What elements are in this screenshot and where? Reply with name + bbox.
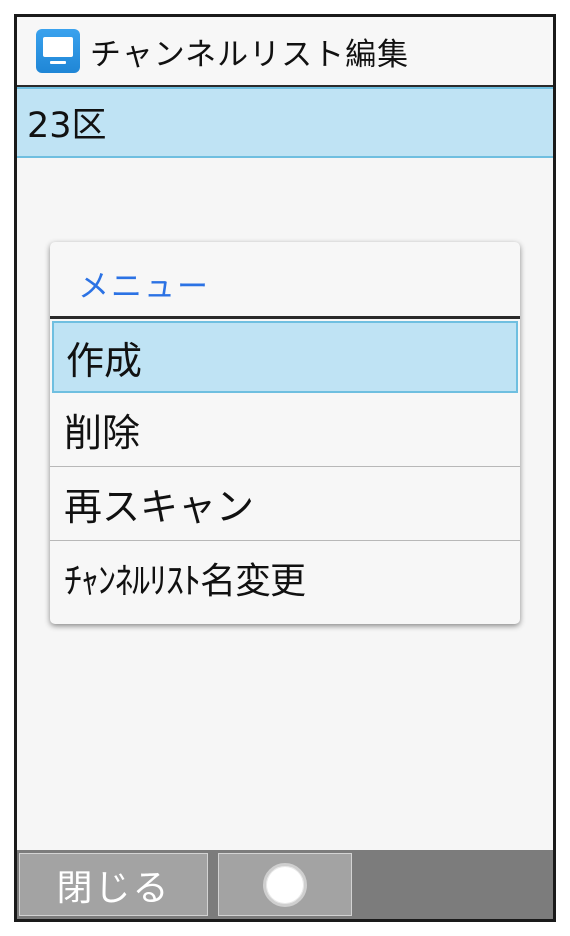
center-select-button[interactable] <box>218 853 352 916</box>
channel-list-name: 23区 <box>27 106 107 146</box>
channel-list-item-selected[interactable]: 23区 <box>17 87 553 158</box>
menu-item-create[interactable]: 作成 <box>52 321 518 393</box>
page-title: チャンネルリスト編集 <box>90 36 410 73</box>
menu-title: メニュー <box>50 242 520 319</box>
phone-screen: チャンネルリスト編集 23区 メニュー 作成 削除 再スキャン ﾁｬﾝﾈﾙﾘｽﾄ… <box>14 14 556 922</box>
close-button[interactable]: 閉じる <box>19 853 208 916</box>
menu-item-rescan[interactable]: 再スキャン <box>50 467 520 541</box>
tv-stand-shape <box>50 61 66 64</box>
menu-item-rename-channel-list[interactable]: ﾁｬﾝﾈﾙﾘｽﾄ名変更 <box>50 541 520 615</box>
tv-screen-shape <box>43 37 73 57</box>
tv-icon <box>36 29 80 73</box>
circle-select-icon <box>263 862 307 907</box>
menu-dialog: メニュー 作成 削除 再スキャン ﾁｬﾝﾈﾙﾘｽﾄ名変更 <box>50 242 520 624</box>
title-bar: チャンネルリスト編集 <box>17 17 553 87</box>
menu-item-delete[interactable]: 削除 <box>50 393 520 467</box>
softkey-bar: 閉じる <box>17 850 553 919</box>
